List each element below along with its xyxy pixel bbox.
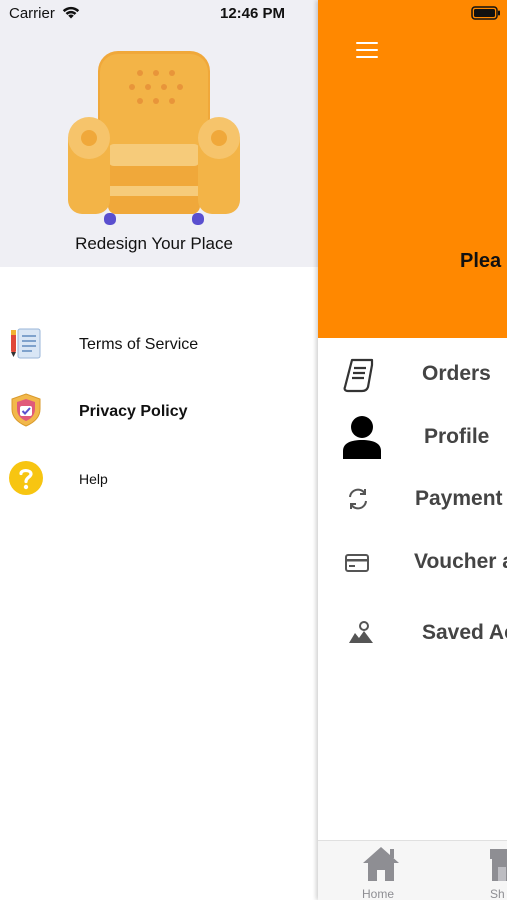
account-item-saved[interactable]: Saved Ac	[318, 605, 507, 661]
main-panel: Plea Orders Profile Payment Voucher a Sa…	[318, 0, 507, 900]
shield-check-icon	[11, 393, 41, 427]
account-item-voucher[interactable]: Voucher a	[318, 535, 507, 591]
drawer-item-privacy[interactable]: Privacy Policy	[0, 384, 318, 440]
battery-icon	[471, 6, 500, 20]
account-item-profile[interactable]: Profile	[318, 411, 507, 467]
wifi-icon	[62, 6, 80, 19]
hamburger-menu-button[interactable]	[356, 42, 380, 62]
account-item-label: Saved Ac	[422, 621, 507, 644]
brand-tagline: Redesign Your Place	[75, 234, 233, 253]
armchair-logo	[68, 51, 240, 225]
account-item-label: Profile	[424, 425, 490, 448]
account-item-label: Payment	[415, 487, 503, 510]
tab-label: Sh	[490, 887, 505, 900]
account-item-orders[interactable]: Orders	[318, 347, 507, 403]
side-drawer: Redesign Your Place Terms of Service Pri…	[0, 0, 318, 900]
greeting-text: Plea	[460, 250, 502, 272]
menu-line	[356, 42, 378, 44]
refresh-icon	[349, 488, 367, 510]
home-icon	[363, 847, 399, 881]
account-item-payment[interactable]: Payment	[318, 471, 507, 527]
document-pen-icon	[11, 328, 41, 359]
drawer-header: Redesign Your Place	[0, 0, 318, 267]
drawer-item-terms[interactable]: Terms of Service	[0, 316, 318, 372]
drawer-item-label: Terms of Service	[79, 336, 199, 353]
tab-label: Home	[362, 887, 395, 900]
drawer-item-label: Help	[79, 471, 108, 487]
drawer-item-help[interactable]: Help	[0, 451, 318, 507]
menu-line	[356, 56, 378, 58]
account-item-label: Orders	[422, 362, 491, 385]
menu-line	[356, 49, 378, 51]
main-header: Plea	[318, 0, 507, 338]
clock: 12:46 PM	[220, 5, 286, 22]
account-item-label: Voucher a	[414, 550, 507, 573]
person-icon	[343, 416, 381, 459]
map-pin-icon	[349, 621, 373, 643]
carrier-label: Carrier	[9, 5, 55, 22]
tab-bar: Home Sh	[318, 840, 507, 900]
tab-home[interactable]: Home	[358, 845, 408, 900]
question-icon	[9, 461, 43, 495]
receipt-icon	[343, 358, 374, 393]
tab-shop[interactable]: Sh	[486, 845, 507, 900]
drawer-item-label: Privacy Policy	[79, 403, 188, 420]
card-icon	[345, 554, 369, 572]
shop-icon	[490, 849, 507, 881]
status-bar: Carrier 12:46 PM	[0, 0, 507, 28]
